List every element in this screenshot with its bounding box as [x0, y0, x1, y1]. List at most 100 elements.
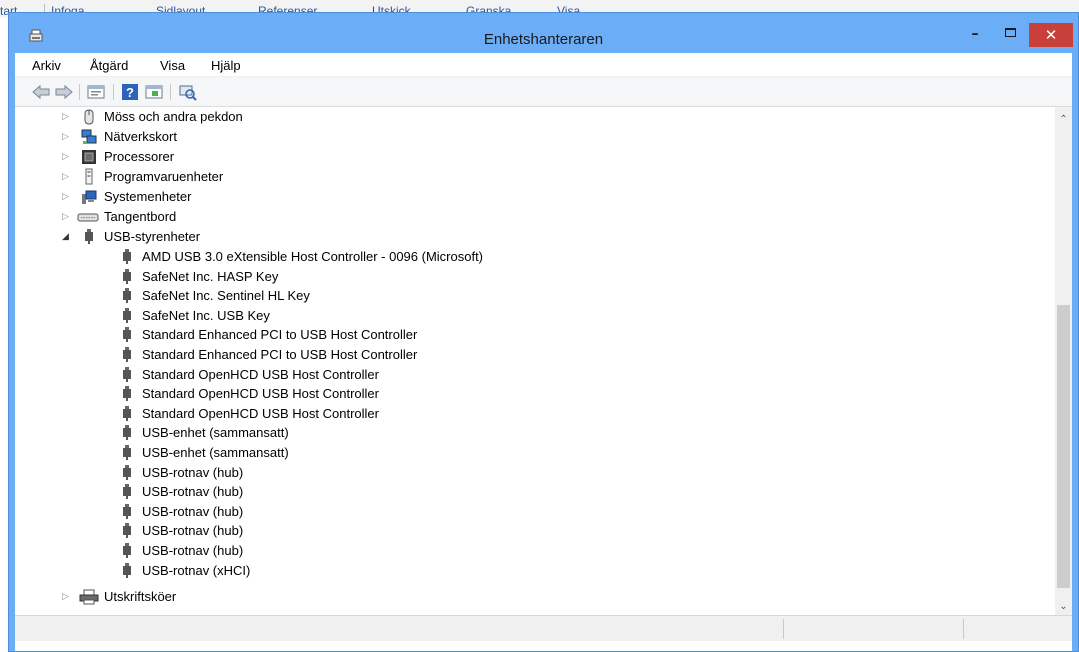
usb-device-label: SafeNet Inc. USB Key	[142, 307, 270, 323]
usb-device-label: Standard OpenHCD USB Host Controller	[142, 405, 379, 421]
collapsed-expander-icon[interactable]: ▷	[62, 171, 72, 183]
minimize-icon: –	[971, 26, 979, 42]
usb-device-label: Standard OpenHCD USB Host Controller	[142, 366, 379, 382]
maximize-icon	[1004, 28, 1016, 37]
usb-device-label: SafeNet Inc. Sentinel HL Key	[142, 288, 310, 304]
tree-category-label: Tangentbord	[104, 209, 177, 224]
menu-hjalp[interactable]: Hjälp	[211, 58, 241, 73]
scan-hardware-icon[interactable]	[177, 83, 197, 101]
usb-device-item[interactable]: USB-rotnav (hub)	[15, 541, 1055, 561]
usb-device-icon	[123, 386, 131, 402]
usb-device-item[interactable]: Standard Enhanced PCI to USB Host Contro…	[15, 325, 1055, 345]
usb-device-item[interactable]: Standard OpenHCD USB Host Controller	[15, 365, 1055, 385]
svg-text:?: ?	[126, 85, 134, 100]
usb-device-item[interactable]: USB-rotnav (xHCI)	[15, 561, 1055, 581]
usb-device-label: SafeNet Inc. HASP Key	[142, 268, 279, 284]
view-icon[interactable]	[144, 83, 164, 101]
software-device-icon	[85, 168, 93, 185]
menu-atgard[interactable]: Åtgärd	[90, 58, 128, 73]
usb-device-item[interactable]: SafeNet Inc. Sentinel HL Key	[15, 286, 1055, 306]
collapsed-expander-icon[interactable]: ▷	[62, 151, 72, 163]
collapsed-expander-icon[interactable]: ▷	[62, 191, 72, 203]
device-tree: ▷ Möss och andra pekdon ▷ Nätverkskort ▷	[15, 107, 1055, 615]
usb-device-icon	[123, 249, 131, 264]
scroll-down-arrow-icon[interactable]: ⌄	[1055, 598, 1072, 615]
forward-arrow-icon[interactable]	[54, 83, 74, 101]
usb-device-icon	[123, 288, 131, 304]
usb-device-icon	[123, 268, 131, 284]
tree-category-mice[interactable]: ▷ Möss och andra pekdon	[15, 107, 1055, 127]
scroll-up-arrow-icon[interactable]: ⌃	[1055, 111, 1072, 128]
usb-device-label: USB-rotnav (xHCI)	[142, 562, 251, 578]
usb-device-icon	[123, 562, 131, 578]
tree-category-label: Möss och andra pekdon	[104, 109, 243, 124]
usb-device-icon	[123, 307, 131, 323]
printer-icon	[79, 589, 99, 605]
usb-device-item[interactable]: USB-rotnav (hub)	[15, 482, 1055, 502]
usb-device-item[interactable]: SafeNet Inc. USB Key	[15, 306, 1055, 326]
usb-device-item[interactable]: AMD USB 3.0 eXtensible Host Controller -…	[15, 247, 1055, 267]
collapsed-expander-icon[interactable]: ▷	[62, 111, 72, 123]
usb-device-item[interactable]: USB-rotnav (hub)	[15, 521, 1055, 541]
tree-category-software-devices[interactable]: ▷ Programvaruenheter	[15, 167, 1055, 187]
usb-device-item[interactable]: Standard OpenHCD USB Host Controller	[15, 404, 1055, 424]
scrollbar-thumb[interactable]	[1057, 305, 1070, 588]
usb-device-item[interactable]: Standard Enhanced PCI to USB Host Contro…	[15, 345, 1055, 365]
usb-device-label: Standard Enhanced PCI to USB Host Contro…	[142, 347, 418, 362]
back-arrow-icon[interactable]	[31, 83, 51, 101]
tree-category-network[interactable]: ▷ Nätverkskort	[15, 127, 1055, 147]
tree-category-processors[interactable]: ▷ Processorer	[15, 147, 1055, 167]
usb-device-item[interactable]: USB-rotnav (hub)	[15, 502, 1055, 522]
menu-visa[interactable]: Visa	[160, 58, 185, 73]
tree-category-usb-controllers[interactable]: ◢ USB-styrenheter	[15, 227, 1055, 247]
maximize-button[interactable]	[995, 23, 1025, 47]
usb-device-icon	[123, 543, 131, 558]
tree-category-label: Programvaruenheter	[104, 169, 224, 184]
close-button[interactable]: ✕	[1029, 23, 1073, 47]
usb-device-icon	[123, 405, 131, 421]
collapsed-expander-icon[interactable]: ▷	[62, 131, 72, 143]
usb-device-icon	[123, 464, 131, 480]
usb-device-label: USB-rotnav (hub)	[142, 464, 244, 480]
toolbar: ?	[15, 77, 1072, 107]
vertical-scrollbar[interactable]: ⌃ ⌄	[1055, 107, 1072, 615]
usb-device-icon	[123, 327, 131, 343]
title-bar[interactable]: Enhetshanteraren – ✕	[9, 13, 1078, 53]
close-icon: ✕	[1044, 26, 1058, 44]
usb-device-icon	[123, 523, 131, 539]
usb-device-icon	[123, 445, 131, 460]
tree-category-label: Utskriftsköer	[104, 589, 177, 604]
toolbar-separator	[79, 84, 80, 100]
expanded-expander-icon[interactable]: ◢	[62, 231, 72, 243]
usb-device-label: Standard OpenHCD USB Host Controller	[142, 386, 379, 402]
system-device-icon	[82, 190, 97, 204]
usb-device-item[interactable]: SafeNet Inc. HASP Key	[15, 267, 1055, 287]
tree-category-system-devices[interactable]: ▷ Systemenheter	[15, 187, 1055, 207]
help-icon[interactable]: ?	[120, 83, 140, 101]
tree-category-label: Nätverkskort	[104, 129, 177, 144]
mouse-icon	[84, 109, 94, 125]
usb-device-item[interactable]: USB-enhet (sammansatt)	[15, 423, 1055, 443]
collapsed-expander-icon[interactable]: ▷	[62, 591, 72, 603]
usb-device-icon	[123, 503, 131, 519]
device-manager-window: Enhetshanteraren – ✕ Arkiv Åtgärd Visa H…	[8, 12, 1079, 652]
usb-device-item[interactable]: USB-enhet (sammansatt)	[15, 443, 1055, 463]
usb-device-icon	[123, 347, 131, 362]
menu-bar: Arkiv Åtgärd Visa Hjälp	[15, 53, 1072, 77]
usb-device-item[interactable]: USB-rotnav (hub)	[15, 463, 1055, 483]
usb-device-item[interactable]: Standard OpenHCD USB Host Controller	[15, 384, 1055, 404]
window-title: Enhetshanteraren	[483, 31, 604, 48]
usb-device-icon	[123, 484, 131, 500]
window-client-area: Arkiv Åtgärd Visa Hjälp ? ▷ Möss och and…	[15, 53, 1072, 651]
network-adapter-icon	[81, 129, 97, 144]
collapsed-expander-icon[interactable]: ▷	[62, 211, 72, 223]
tree-category-keyboards[interactable]: ▷ Tangentbord	[15, 207, 1055, 227]
tree-category-print-queues[interactable]: ▷ Utskriftsköer	[15, 587, 1055, 607]
minimize-button[interactable]: –	[960, 23, 990, 47]
usb-device-label: Standard Enhanced PCI to USB Host Contro…	[142, 327, 418, 343]
properties-icon[interactable]	[86, 83, 106, 101]
usb-device-label: USB-rotnav (hub)	[142, 523, 244, 539]
usb-device-label: USB-rotnav (hub)	[142, 484, 244, 500]
status-separator	[963, 619, 964, 639]
menu-arkiv[interactable]: Arkiv	[32, 58, 61, 73]
